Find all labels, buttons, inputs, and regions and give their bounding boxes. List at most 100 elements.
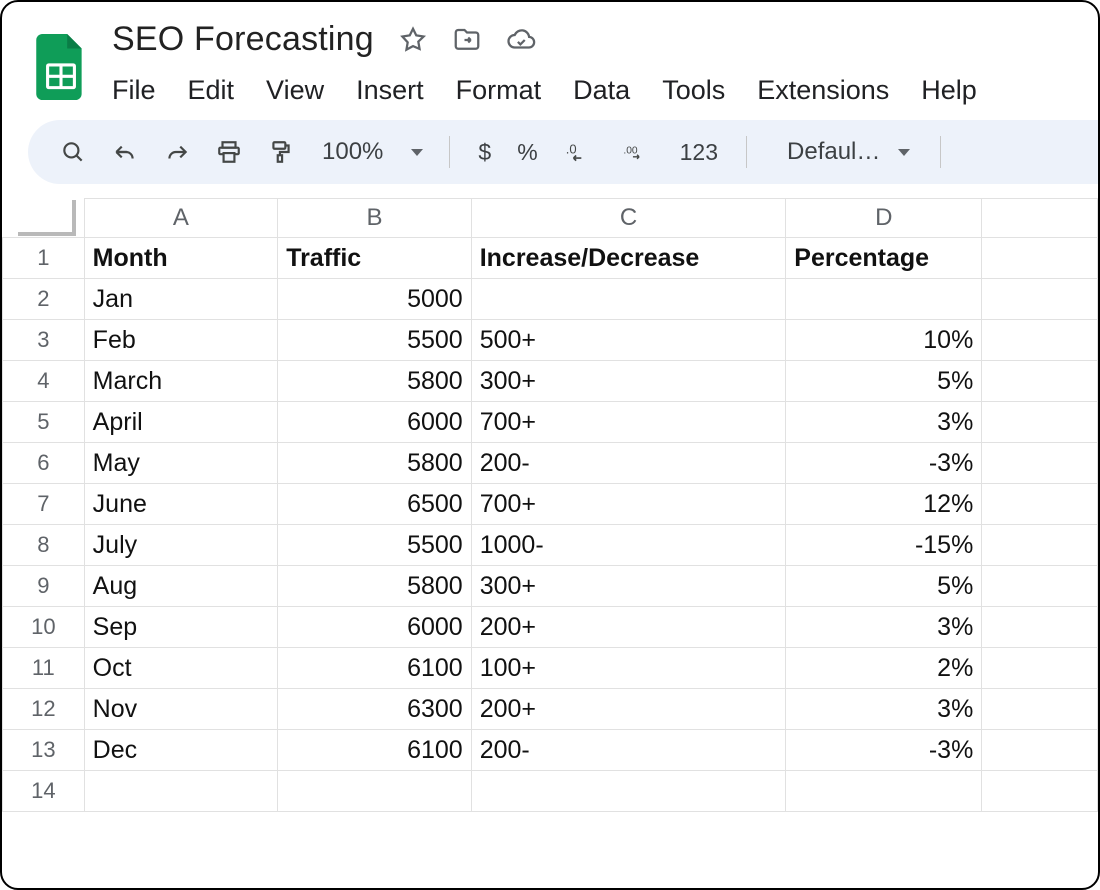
cell[interactable]: Traffic [278,238,472,279]
cell[interactable]: 500+ [471,320,786,361]
menu-format[interactable]: Format [456,75,542,106]
col-header-E[interactable] [982,199,1098,238]
row-header[interactable]: 1 [3,238,85,279]
menu-data[interactable]: Data [573,75,630,106]
cell[interactable]: 3% [786,402,982,443]
cell[interactable]: -3% [786,443,982,484]
cell[interactable]: Percentage [786,238,982,279]
row-header[interactable]: 5 [3,402,85,443]
col-header-A[interactable]: A [84,199,278,238]
cell[interactable]: May [84,443,278,484]
cell[interactable] [471,771,786,812]
row-header[interactable]: 7 [3,484,85,525]
row-header[interactable]: 2 [3,279,85,320]
format-currency-button[interactable]: $ [468,139,501,166]
cell[interactable]: Increase/Decrease [471,238,786,279]
sheets-logo[interactable] [32,28,90,106]
cell[interactable]: 200+ [471,607,786,648]
cell[interactable] [982,320,1098,361]
menu-edit[interactable]: Edit [188,75,235,106]
cell[interactable]: 5% [786,361,982,402]
cell[interactable] [982,361,1098,402]
cell[interactable]: -15% [786,525,982,566]
cell[interactable]: 700+ [471,484,786,525]
cell[interactable]: 300+ [471,361,786,402]
cell[interactable]: 200- [471,443,786,484]
cell[interactable]: 6000 [278,402,472,443]
row-header[interactable]: 13 [3,730,85,771]
cell[interactable]: 5500 [278,525,472,566]
cell[interactable]: 3% [786,607,982,648]
cell[interactable]: 5% [786,566,982,607]
select-all-corner[interactable] [3,199,85,238]
row-header[interactable]: 12 [3,689,85,730]
cell[interactable]: 1000- [471,525,786,566]
decrease-decimal-icon[interactable]: .0 [554,129,600,175]
cell[interactable]: 200- [471,730,786,771]
cloud-saved-icon[interactable] [506,25,536,55]
cell[interactable]: April [84,402,278,443]
col-header-B[interactable]: B [278,199,472,238]
cell[interactable] [982,771,1098,812]
move-icon[interactable] [452,25,482,55]
menu-help[interactable]: Help [921,75,977,106]
row-header[interactable]: 4 [3,361,85,402]
search-icon[interactable] [50,129,96,175]
row-header[interactable]: 14 [3,771,85,812]
cell[interactable]: Jan [84,279,278,320]
cell[interactable] [982,484,1098,525]
cell[interactable] [84,771,278,812]
cell[interactable]: 200+ [471,689,786,730]
cell[interactable] [982,279,1098,320]
cell[interactable]: 3% [786,689,982,730]
cell[interactable]: 6300 [278,689,472,730]
cell[interactable]: 5800 [278,566,472,607]
star-icon[interactable] [398,25,428,55]
cell[interactable] [982,402,1098,443]
cell[interactable] [982,730,1098,771]
cell[interactable]: Aug [84,566,278,607]
format-percent-button[interactable]: % [507,139,547,166]
cell[interactable]: 5800 [278,443,472,484]
menu-extensions[interactable]: Extensions [757,75,889,106]
zoom-dropdown[interactable]: 100% [310,138,431,166]
cell[interactable]: Dec [84,730,278,771]
cell[interactable] [786,279,982,320]
cell[interactable]: June [84,484,278,525]
cell[interactable]: 700+ [471,402,786,443]
cell[interactable]: 6100 [278,730,472,771]
row-header[interactable]: 10 [3,607,85,648]
cell[interactable]: 100+ [471,648,786,689]
col-header-C[interactable]: C [471,199,786,238]
cell[interactable] [786,771,982,812]
spreadsheet-grid[interactable]: A B C D 1 Month Traffic Increase/Decreas… [2,198,1098,812]
cell[interactable]: 6500 [278,484,472,525]
cell[interactable] [982,689,1098,730]
format-123-button[interactable]: 123 [670,139,728,166]
cell[interactable]: March [84,361,278,402]
menu-view[interactable]: View [266,75,324,106]
menu-file[interactable]: File [112,75,156,106]
menu-tools[interactable]: Tools [662,75,725,106]
cell[interactable] [278,771,472,812]
row-header[interactable]: 11 [3,648,85,689]
cell[interactable]: 5800 [278,361,472,402]
cell[interactable] [982,525,1098,566]
cell[interactable] [982,566,1098,607]
cell[interactable]: 10% [786,320,982,361]
row-header[interactable]: 6 [3,443,85,484]
row-header[interactable]: 9 [3,566,85,607]
cell[interactable]: Feb [84,320,278,361]
row-header[interactable]: 3 [3,320,85,361]
cell[interactable]: Nov [84,689,278,730]
paint-format-icon[interactable] [258,129,304,175]
col-header-D[interactable]: D [786,199,982,238]
cell[interactable] [982,238,1098,279]
cell[interactable]: 300+ [471,566,786,607]
increase-decimal-icon[interactable]: .00 [606,129,664,175]
cell[interactable]: Oct [84,648,278,689]
cell[interactable]: Month [84,238,278,279]
document-title[interactable]: SEO Forecasting [112,20,374,59]
print-icon[interactable] [206,129,252,175]
cell[interactable] [982,443,1098,484]
